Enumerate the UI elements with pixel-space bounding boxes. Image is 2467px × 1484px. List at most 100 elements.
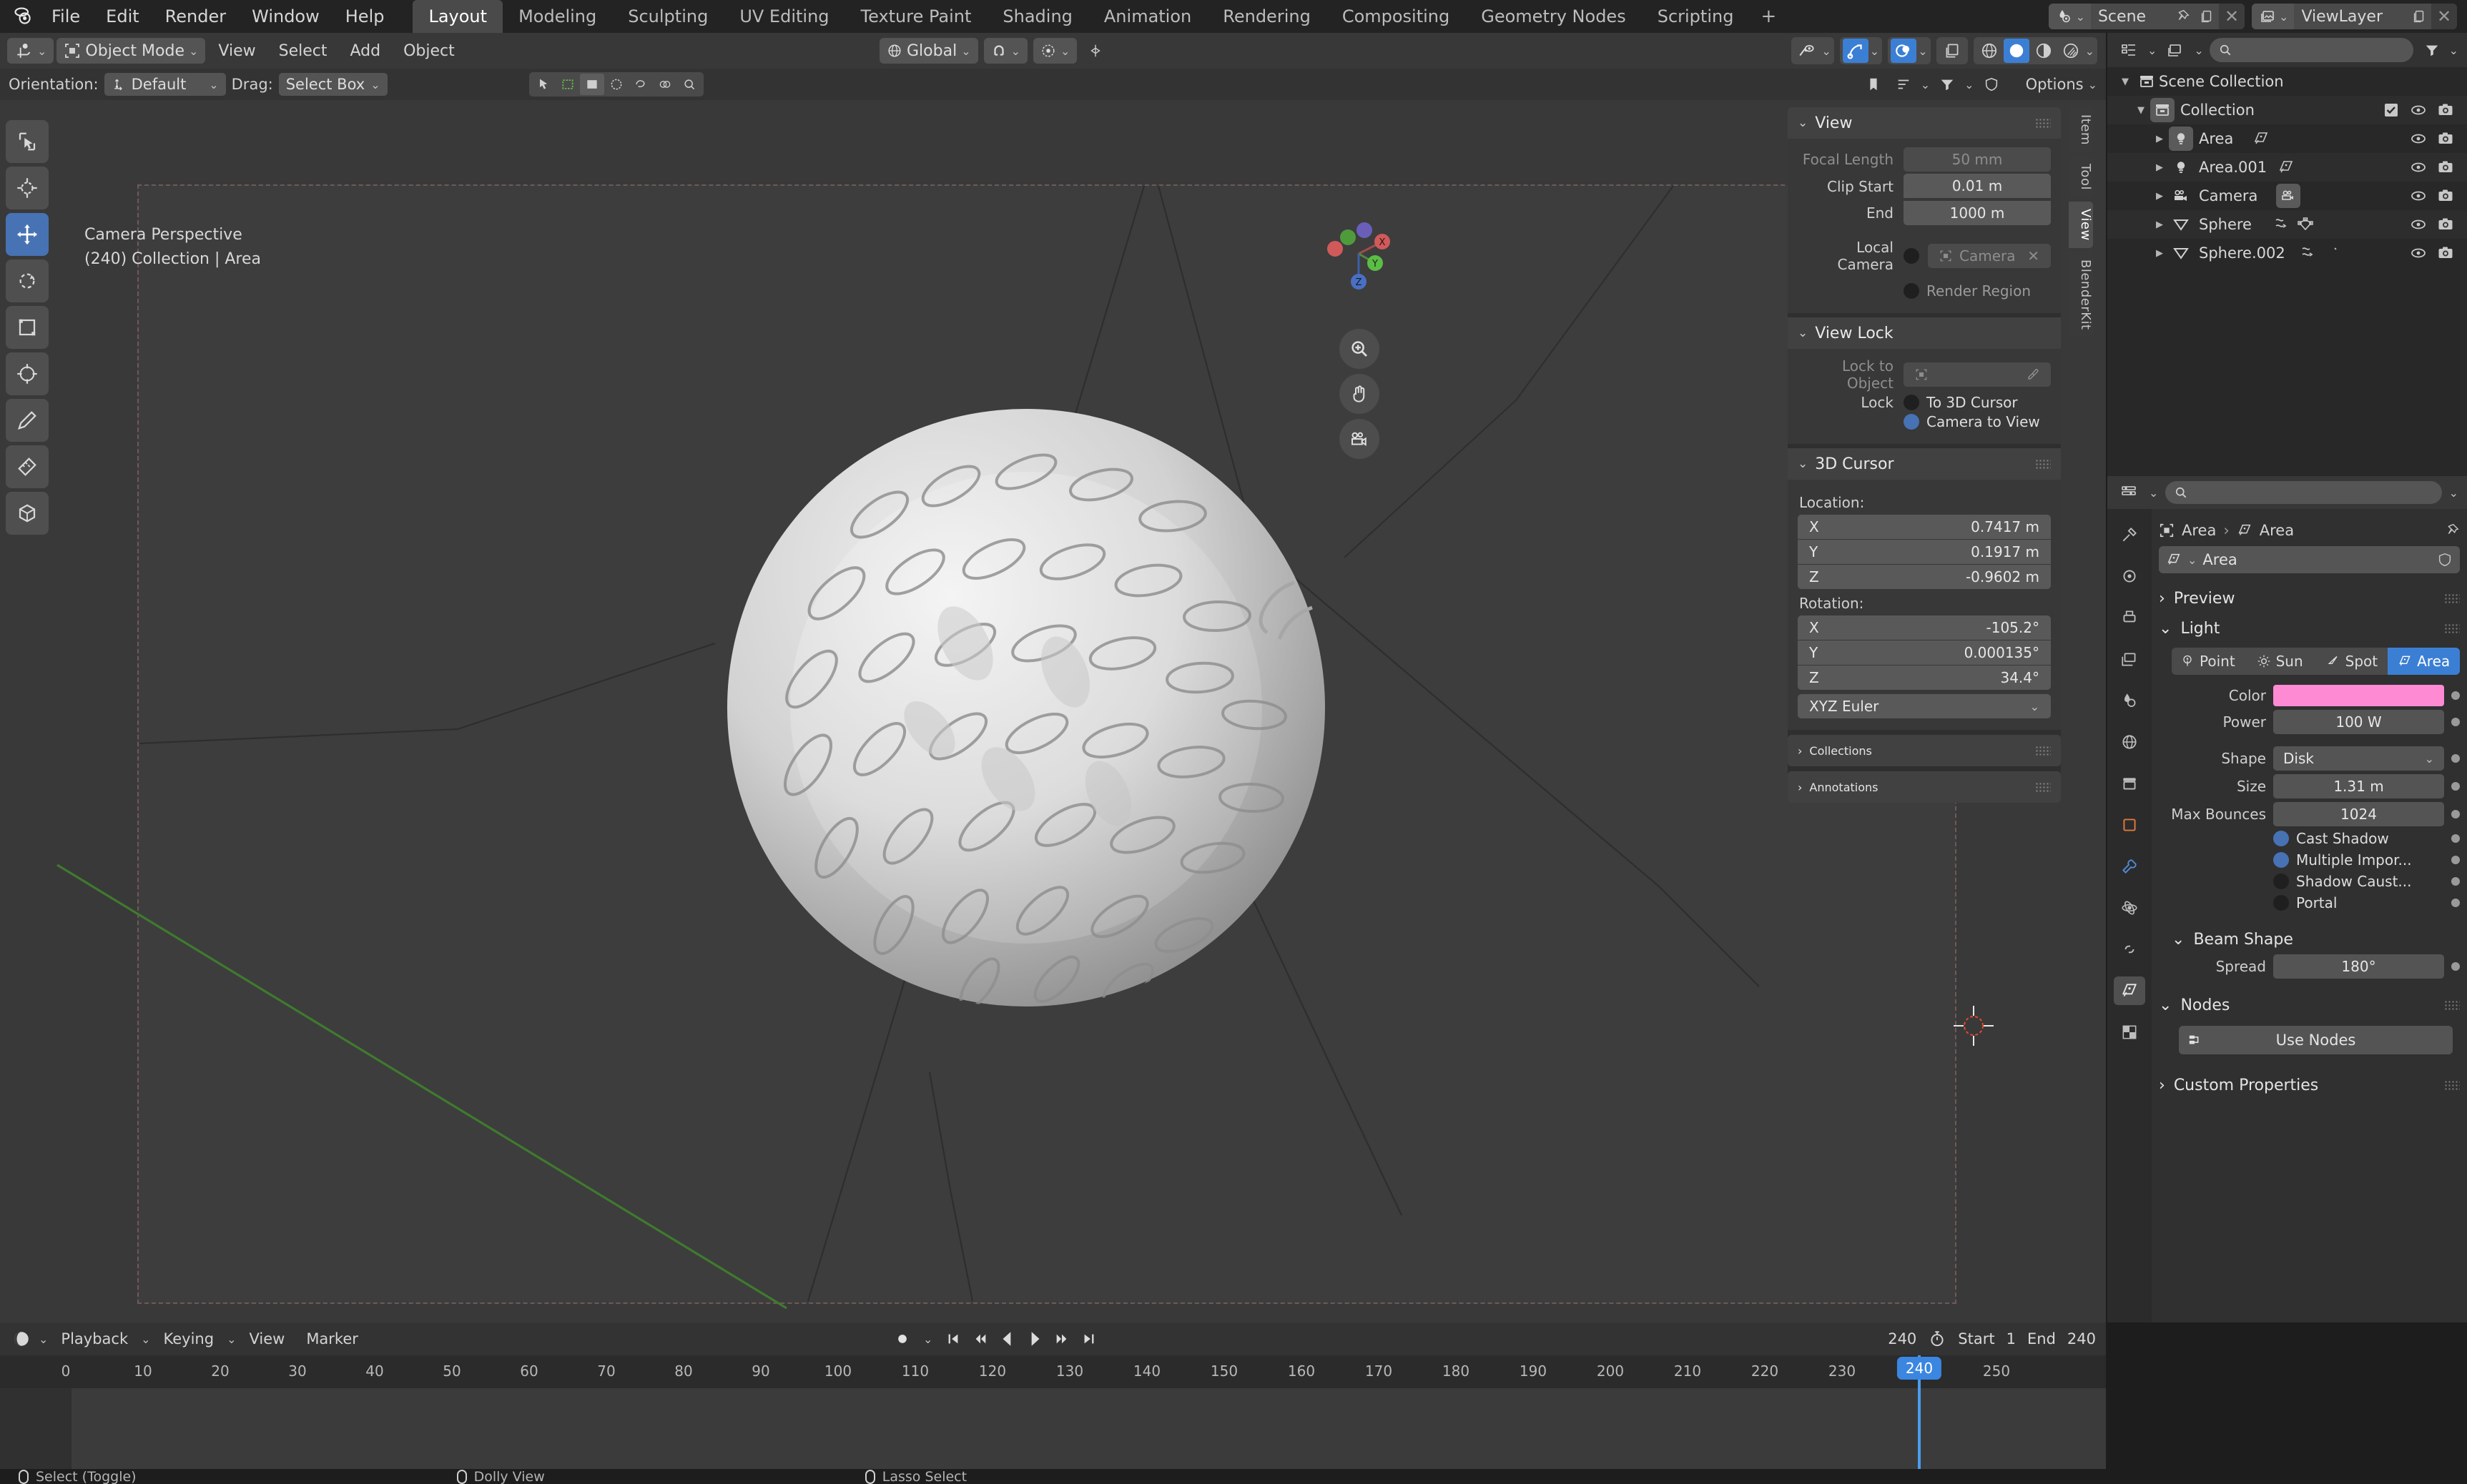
workspace-tab-rendering[interactable]: Rendering <box>1207 0 1326 33</box>
filter-icon[interactable] <box>2419 38 2445 62</box>
properties-tab-light-data[interactable] <box>2114 976 2145 1005</box>
beam-shape-section-header[interactable]: ⌄ Beam Shape <box>2159 924 2460 954</box>
expand-triangle-icon[interactable]: ▶ <box>2150 162 2169 173</box>
camera-to-view-toggle[interactable]: Camera to View <box>1904 413 2040 430</box>
use-nodes-button[interactable]: Use Nodes <box>2179 1026 2453 1054</box>
workspace-tab-geometry-nodes[interactable]: Geometry Nodes <box>1465 0 1641 33</box>
cast-shadow-toggle[interactable] <box>2273 831 2289 846</box>
chevron-down-icon[interactable]: ⌄ <box>39 1332 48 1346</box>
gizmo-icon[interactable] <box>1842 39 1868 63</box>
render-camera-icon[interactable] <box>2437 244 2454 262</box>
expand-triangle-icon[interactable]: ▼ <box>2132 105 2150 116</box>
pan-hand-icon[interactable] <box>1339 374 1379 414</box>
chevron-down-icon[interactable]: ⌄ <box>2149 486 2158 500</box>
scene-name[interactable]: Scene <box>2091 8 2170 26</box>
select-lasso-icon[interactable] <box>629 74 653 95</box>
timeline-icon[interactable] <box>9 1327 34 1351</box>
editor-type-3dview-icon[interactable]: ⌄ <box>7 38 54 64</box>
light-type-area[interactable]: Area <box>2388 648 2460 675</box>
properties-tab-object[interactable] <box>2114 811 2145 839</box>
prev-keyframe-icon[interactable] <box>968 1327 993 1351</box>
workspace-tab-texture-paint[interactable]: Texture Paint <box>845 0 988 33</box>
transform-tool[interactable] <box>6 352 49 395</box>
close-icon[interactable]: ✕ <box>2431 4 2457 29</box>
sort-icon[interactable] <box>1891 72 1916 97</box>
viewlayer-icon[interactable]: ⌄ <box>2252 4 2295 29</box>
animate-property-icon[interactable] <box>2451 691 2460 700</box>
collections-panel-header[interactable]: › Collections <box>1788 735 2061 766</box>
eye-icon[interactable] <box>2410 130 2427 147</box>
render-region-radio[interactable] <box>1904 283 1919 299</box>
jump-start-icon[interactable] <box>941 1327 965 1351</box>
breadcrumb-data-name[interactable]: Area <box>2260 522 2294 539</box>
chevron-down-icon[interactable]: ⌄ <box>2194 44 2203 57</box>
filter-icon[interactable] <box>1934 72 1960 97</box>
properties-tab-render[interactable] <box>2114 562 2145 590</box>
viewport-menu-add[interactable]: Add <box>340 38 391 64</box>
render-camera-icon[interactable] <box>2437 130 2454 147</box>
light-data-id-bar[interactable]: ⌄ Area <box>2159 546 2460 573</box>
blender-logo-icon[interactable] <box>10 2 39 31</box>
workspace-tab-animation[interactable]: Animation <box>1088 0 1207 33</box>
animate-property-icon[interactable] <box>2451 834 2460 843</box>
orientation-dropdown[interactable]: Default ⌄ <box>104 73 226 96</box>
chevron-down-icon[interactable]: ⌄ <box>2449 44 2458 57</box>
properties-icon[interactable] <box>2116 480 2142 505</box>
npanel-tab-tool[interactable]: Tool <box>2069 156 2093 197</box>
move-tool[interactable] <box>6 213 49 256</box>
shield-icon[interactable] <box>1979 72 2004 97</box>
shadow-caustics-toggle[interactable] <box>2273 874 2289 889</box>
shadow-caustics-row[interactable]: Shadow Caust... <box>2273 873 2460 890</box>
stopwatch-icon[interactable] <box>1928 1330 1946 1348</box>
chevron-down-icon[interactable]: ⌄ <box>2147 44 2157 57</box>
display-mode-icon[interactable] <box>2162 38 2188 62</box>
cursor-rotation-z[interactable]: Z 34.4° <box>1798 666 2051 690</box>
outliner-icon[interactable] <box>2116 38 2142 62</box>
properties-tab-texture[interactable] <box>2114 1018 2145 1047</box>
timeline-menu-keying[interactable]: Keying <box>155 1327 223 1351</box>
expand-triangle-icon[interactable]: ▶ <box>2150 191 2169 202</box>
max-bounces-field[interactable]: 1024 <box>2273 802 2444 826</box>
animate-property-icon[interactable] <box>2451 856 2460 864</box>
light-type-sun[interactable]: Sun <box>2244 648 2316 675</box>
shield-icon[interactable] <box>2437 552 2453 568</box>
cursor-panel-header[interactable]: ⌄ 3D Cursor <box>1788 448 2061 480</box>
visibility-icon[interactable] <box>1794 39 1820 63</box>
select-circle-icon[interactable] <box>604 74 629 95</box>
scale-tool[interactable] <box>6 306 49 349</box>
play-reverse-icon[interactable] <box>995 1327 1020 1351</box>
xray-icon[interactable] <box>1939 39 1965 63</box>
properties-tab-scene[interactable] <box>2114 686 2145 715</box>
mirror-icon[interactable] <box>1083 39 1108 63</box>
workspace-tab-uv-editing[interactable]: UV Editing <box>724 0 845 33</box>
eye-icon[interactable] <box>2410 216 2427 233</box>
sphere-object[interactable] <box>665 336 1387 1101</box>
play-icon[interactable] <box>1023 1327 1047 1351</box>
animate-property-icon[interactable] <box>2451 899 2460 907</box>
menu-edit[interactable]: Edit <box>93 2 152 31</box>
eye-icon[interactable] <box>2410 159 2427 176</box>
outliner-row-camera[interactable]: ▶ Camera <box>2107 182 2467 210</box>
scene-icon[interactable]: ⌄ <box>2048 4 2091 29</box>
overlays-icon[interactable] <box>1891 39 1917 63</box>
close-icon[interactable]: ✕ <box>2219 4 2245 29</box>
light-type-spot[interactable]: Spot <box>2316 648 2388 675</box>
eye-icon[interactable] <box>2410 102 2427 119</box>
record-icon[interactable] <box>890 1327 915 1351</box>
menu-window[interactable]: Window <box>239 2 333 31</box>
zoom-icon[interactable] <box>1339 329 1379 369</box>
tweak-icon[interactable] <box>531 74 556 95</box>
properties-tab-modifiers[interactable] <box>2114 852 2145 881</box>
cursor-location-y[interactable]: Y 0.1917 m <box>1798 540 2051 564</box>
tweak-tool[interactable] <box>6 120 49 163</box>
outliner-row-scene-collection[interactable]: ▼ Scene Collection <box>2107 67 2467 96</box>
menu-help[interactable]: Help <box>333 2 398 31</box>
color-swatch[interactable] <box>2273 685 2444 706</box>
workspace-tab-sculpting[interactable]: Sculpting <box>612 0 724 33</box>
shading-material-preview-icon[interactable] <box>2031 39 2057 63</box>
view-panel-header[interactable]: ⌄ View <box>1788 107 2061 139</box>
animate-property-icon[interactable] <box>2451 810 2460 818</box>
power-field[interactable]: 100 W <box>2273 710 2444 734</box>
proportional-edit-toggle[interactable]: ⌄ <box>1033 38 1078 64</box>
bookmark-icon[interactable] <box>1861 72 1886 97</box>
